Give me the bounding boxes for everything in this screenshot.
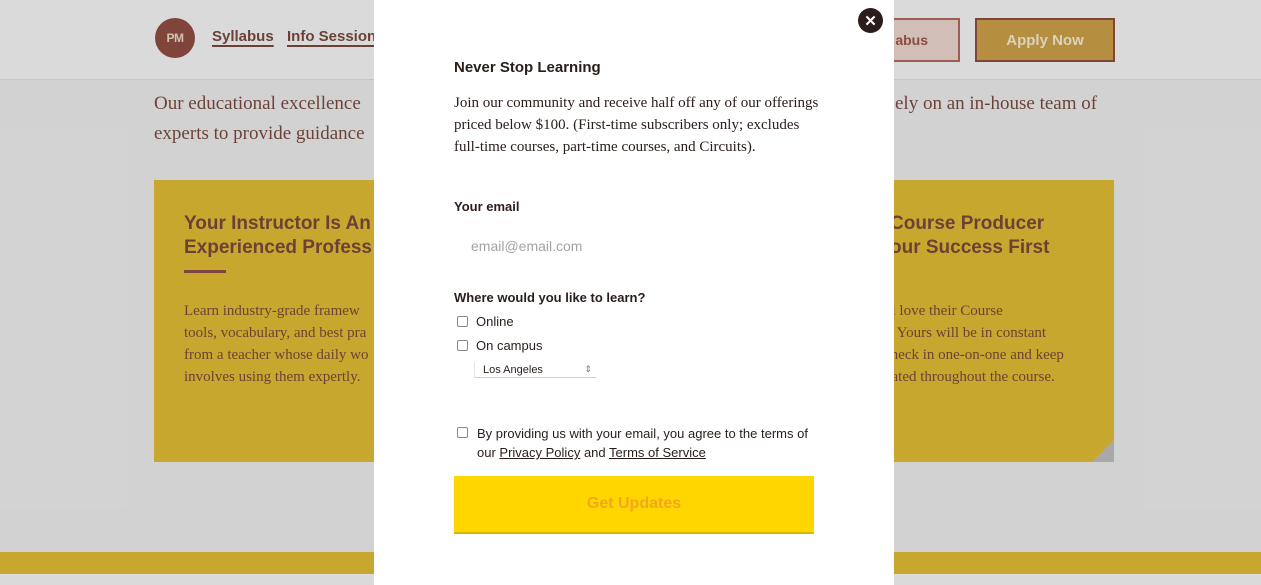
terms-checkbox[interactable] (457, 427, 468, 438)
get-updates-button[interactable]: Get Updates (454, 476, 814, 534)
location-label: Where would you like to learn? (454, 290, 646, 305)
email-input[interactable] (454, 226, 814, 266)
modal-title: Never Stop Learning (454, 59, 601, 76)
campus-city-select[interactable]: Los Angeles ⇕ (474, 362, 596, 378)
select-arrows-icon: ⇕ (584, 364, 592, 374)
online-checkbox[interactable] (457, 316, 468, 327)
privacy-policy-link[interactable]: Privacy Policy (499, 445, 580, 460)
terms-of-service-link[interactable]: Terms of Service (609, 445, 706, 460)
campus-option[interactable]: On campus (457, 338, 542, 353)
terms-text: By providing us with your email, you agr… (477, 426, 808, 460)
campus-city-value: Los Angeles (483, 363, 543, 376)
close-icon[interactable]: ✕ (858, 8, 883, 33)
modal-description: Join our community and receive half off … (454, 95, 819, 155)
campus-checkbox[interactable] (457, 340, 468, 351)
email-label: Your email (454, 199, 520, 214)
online-label: Online (476, 314, 514, 329)
campus-label: On campus (476, 338, 543, 353)
online-option[interactable]: Online (457, 314, 514, 329)
newsletter-modal: ✕ Never Stop Learning Join our community… (374, 0, 894, 585)
